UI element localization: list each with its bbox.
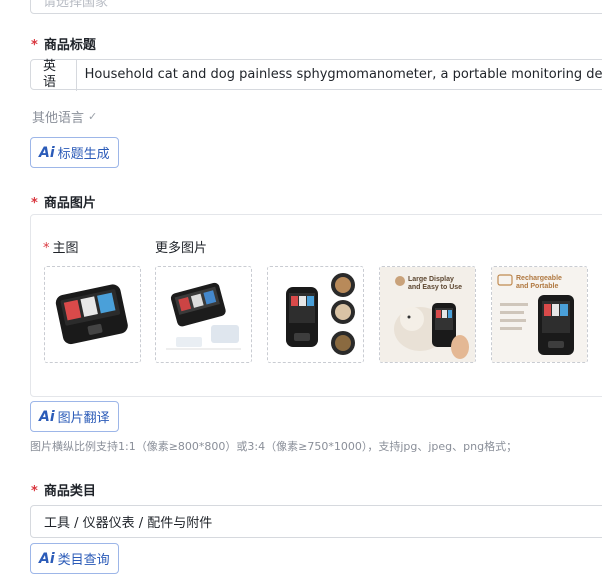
country-select-placeholder: 请选择国家 <box>43 0 109 10</box>
other-language-label: 其他语言 <box>32 111 85 126</box>
product-category-select[interactable]: 工具 / 仪器仪表 / 配件与附件 <box>30 505 602 538</box>
main-image-label-text: 主图 <box>52 241 79 256</box>
product-category-label-text: 商品类目 <box>43 484 96 499</box>
device-dog-usage-image: Large Display and Easy to Use <box>380 267 475 362</box>
required-mark: * <box>31 484 38 499</box>
device-pets-image <box>268 267 363 362</box>
main-image-label: * 主图 <box>43 237 79 256</box>
required-mark: * <box>31 38 38 53</box>
image-caption-line1: Large Display <box>408 276 454 283</box>
product-title-input[interactable]: 英语 Household cat and dog painless sphygm… <box>30 58 602 91</box>
product-category-value: 工具 / 仪器仪表 / 配件与附件 <box>44 516 213 531</box>
more-image-thumbnail-4[interactable]: Rechargeable and Portable <box>491 266 588 363</box>
product-title-label-text: 商品标题 <box>43 38 96 53</box>
ai-title-generate-label: 标题生成 <box>57 147 110 162</box>
product-title-value: Household cat and dog painless sphygmoma… <box>84 67 602 82</box>
required-mark: * <box>43 241 50 256</box>
more-image-thumbnail-2[interactable] <box>267 266 364 363</box>
image-caption-line2: and Easy to Use <box>408 284 462 291</box>
product-images-label: * 商品图片 <box>31 192 96 211</box>
more-image-thumbnail-1[interactable] <box>155 266 252 363</box>
ai-image-translate-label: 图片翻译 <box>57 411 110 426</box>
image-caption-line1: Rechargeable <box>516 275 562 282</box>
ai-category-query-label: 类目查询 <box>57 553 110 568</box>
ai-title-generate-button[interactable]: Ai 标题生成 <box>30 137 119 168</box>
ai-category-query-button[interactable]: Ai 类目查询 <box>30 543 119 574</box>
image-caption-line2: and Portable <box>516 283 559 290</box>
chevron-down-icon: ✓ <box>88 110 98 123</box>
ai-icon: Ai <box>39 408 55 425</box>
more-image-thumbnail-3[interactable]: Large Display and Easy to Use <box>379 266 476 363</box>
required-mark: * <box>31 196 38 211</box>
ai-icon: Ai <box>39 550 55 567</box>
other-language-toggle[interactable]: 其他语言 ✓ <box>32 107 97 126</box>
product-category-label: * 商品类目 <box>31 480 96 499</box>
device-rechargeable-image: Rechargeable and Portable <box>492 267 587 362</box>
product-images-label-text: 商品图片 <box>43 196 96 211</box>
product-title-label: * 商品标题 <box>31 34 96 53</box>
country-select[interactable]: 请选择国家 <box>30 0 602 14</box>
title-language-prefix: 英语 <box>31 58 77 91</box>
device-main-image <box>45 267 140 362</box>
more-images-label: 更多图片 <box>155 241 208 256</box>
image-format-hint: 图片横纵比例支持1:1（像素≥800*800）或3:4（像素≥750*1000）… <box>30 440 518 453</box>
ai-image-translate-button[interactable]: Ai 图片翻译 <box>30 401 119 432</box>
device-accessories-image <box>156 267 251 362</box>
main-image-thumbnail[interactable] <box>44 266 141 363</box>
ai-icon: Ai <box>39 144 55 161</box>
